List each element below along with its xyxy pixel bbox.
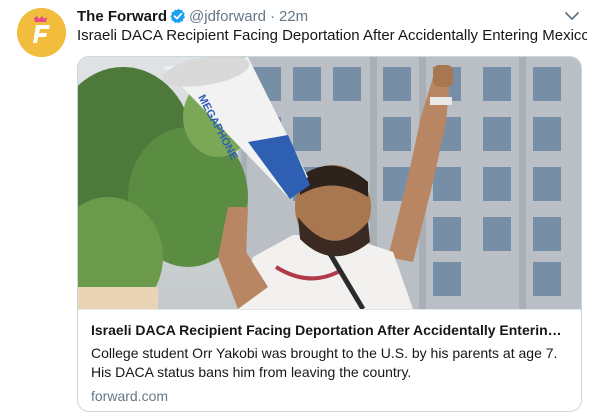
author-handle[interactable]: @jdforward [189, 8, 266, 25]
forward-logo-icon [17, 8, 66, 57]
timestamp[interactable]: 22m [279, 8, 308, 25]
card-description: College student Orr Yakobi was brought t… [91, 345, 558, 380]
author-name[interactable]: The Forward [77, 8, 167, 25]
card-body[interactable]: Israeli DACA Recipient Facing Deportatio… [78, 309, 581, 411]
protester-megaphone-photo: MEGAPHONE [78, 57, 581, 309]
card-title[interactable]: Israeli DACA Recipient Facing Deportatio… [91, 322, 571, 338]
tweet-header: The Forward @jdforward · 22m [77, 6, 308, 26]
separator-dot: · [269, 7, 275, 25]
chevron-down-icon[interactable] [563, 8, 581, 24]
verified-badge-icon [170, 8, 186, 24]
card-image[interactable]: MEGAPHONE [78, 57, 581, 309]
card-domain[interactable]: forward.com [91, 388, 571, 404]
avatar[interactable] [17, 8, 66, 57]
tweet-text: Israeli DACA Recipient Facing Deportatio… [77, 27, 587, 44]
tweet[interactable]: The Forward @jdforward · 22m Israeli DAC… [0, 0, 595, 417]
link-card[interactable]: MEGAPHONE Israeli DACA Recipient Facing … [77, 56, 582, 412]
